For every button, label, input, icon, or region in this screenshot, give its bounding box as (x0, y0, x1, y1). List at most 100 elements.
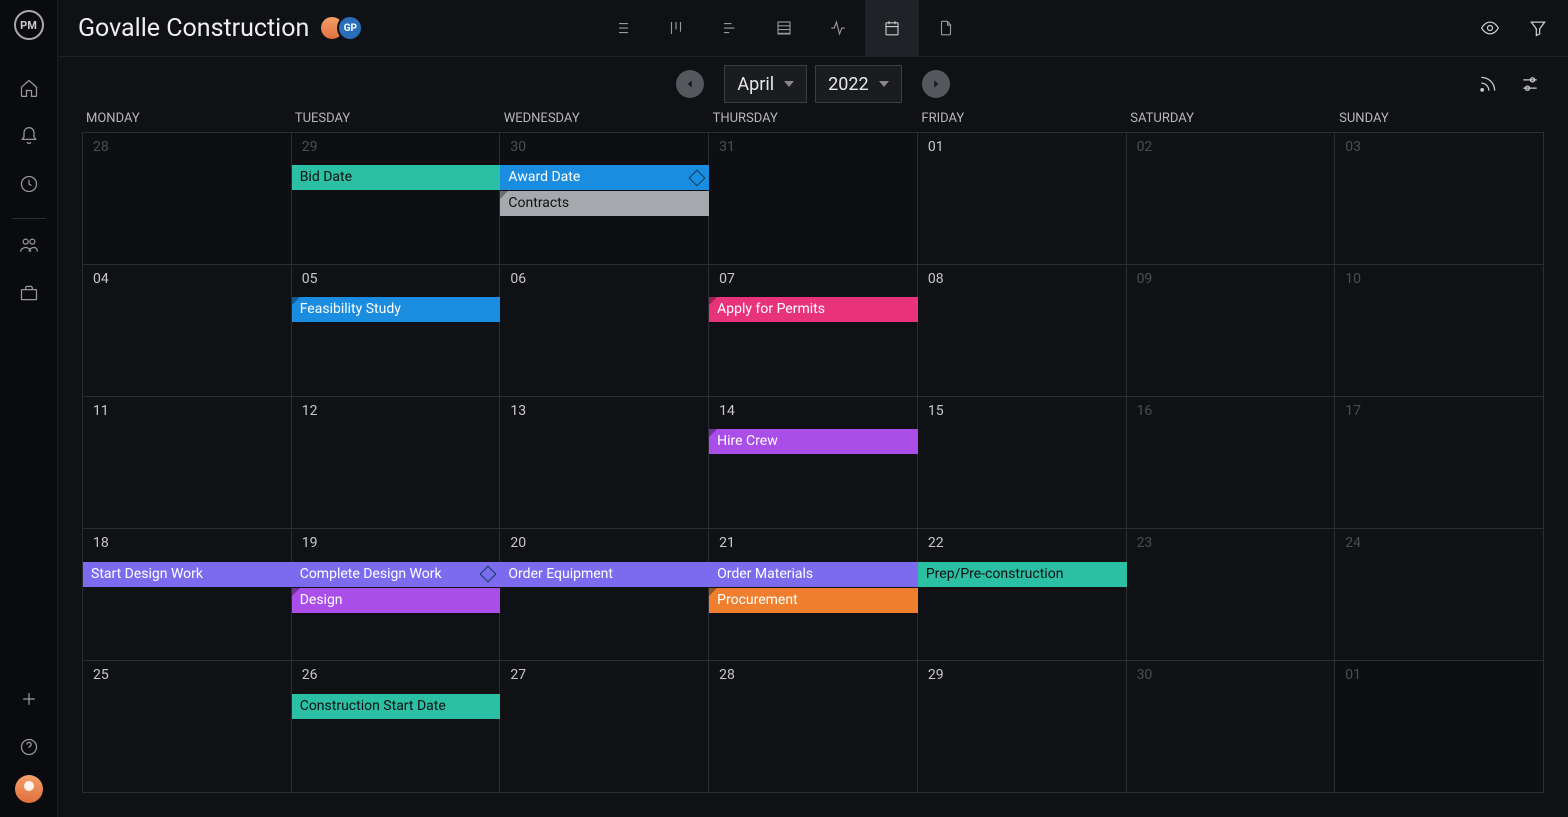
weekday-label: SUNDAY (1335, 111, 1544, 126)
chevron-down-icon (879, 81, 889, 87)
day-number: 28 (719, 667, 735, 683)
project-avatars[interactable]: GP (327, 15, 363, 41)
bell-icon[interactable] (9, 116, 49, 156)
feed-icon[interactable] (1478, 74, 1498, 94)
year-select[interactable]: 2022 (815, 65, 901, 103)
left-sidebar: PM (0, 0, 58, 817)
calendar-cell[interactable]: 10 (1335, 265, 1544, 397)
day-number: 22 (928, 535, 944, 551)
calendar-cell[interactable]: 05 (292, 265, 501, 397)
board-view-tab[interactable] (649, 0, 703, 57)
app-logo[interactable]: PM (14, 10, 44, 40)
calendar-cell[interactable]: 27 (500, 661, 709, 793)
calendar-cell[interactable]: 28 (83, 133, 292, 265)
event-bar[interactable]: Award Date (500, 165, 709, 190)
calendar-cell[interactable]: 09 (1127, 265, 1336, 397)
calendar-cell[interactable]: 24 (1335, 529, 1544, 661)
day-number: 17 (1345, 403, 1361, 419)
calendar-cell[interactable]: 31 (709, 133, 918, 265)
calendar-cell[interactable]: 29 (292, 133, 501, 265)
home-icon[interactable] (9, 68, 49, 108)
event-bar[interactable]: Procurement (709, 588, 918, 613)
event-bar[interactable]: Order Equipment (500, 562, 709, 587)
day-number: 29 (928, 667, 944, 683)
avatar-2[interactable]: GP (337, 15, 363, 41)
calendar-cell[interactable]: 12 (292, 397, 501, 529)
month-select[interactable]: April (724, 65, 807, 103)
people-icon[interactable] (9, 225, 49, 265)
calendar-cell[interactable]: 07 (709, 265, 918, 397)
help-icon[interactable] (9, 727, 49, 767)
calendar-cell[interactable]: 20 (500, 529, 709, 661)
calendar-cell[interactable]: 02 (1127, 133, 1336, 265)
calendar-cell[interactable]: 01 (1335, 661, 1544, 793)
event-bar[interactable]: Prep/Pre-construction (918, 562, 1127, 587)
day-number: 12 (302, 403, 318, 419)
calendar-cell[interactable]: 13 (500, 397, 709, 529)
weekday-label: WEDNESDAY (500, 111, 709, 126)
day-number: 21 (719, 535, 735, 551)
event-bar[interactable]: Start Design Work (83, 562, 292, 587)
calendar-cell[interactable]: 06 (500, 265, 709, 397)
briefcase-icon[interactable] (9, 273, 49, 313)
calendar-cell[interactable]: 28 (709, 661, 918, 793)
calendar-cell[interactable]: 08 (918, 265, 1127, 397)
calendar-cell[interactable]: 01 (918, 133, 1127, 265)
calendar-cell[interactable]: 25 (83, 661, 292, 793)
day-number: 14 (719, 403, 735, 419)
day-number: 13 (510, 403, 526, 419)
calendar-cell[interactable]: 03 (1335, 133, 1544, 265)
sheet-view-tab[interactable] (757, 0, 811, 57)
calendar-cell[interactable]: 22 (918, 529, 1127, 661)
activity-view-tab[interactable] (811, 0, 865, 57)
day-number: 11 (93, 403, 109, 419)
weekday-label: FRIDAY (917, 111, 1126, 126)
day-number: 04 (93, 271, 109, 287)
user-avatar[interactable] (15, 775, 43, 803)
calendar-grid: 2829303101020304050607080910111213141516… (82, 132, 1544, 793)
day-number: 01 (1345, 667, 1361, 683)
file-view-tab[interactable] (919, 0, 973, 57)
calendar-cell[interactable]: 23 (1127, 529, 1336, 661)
next-month-button[interactable] (922, 70, 950, 98)
calendar-cell[interactable]: 29 (918, 661, 1127, 793)
calendar-wrap: MONDAYTUESDAYWEDNESDAYTHURSDAYFRIDAYSATU… (58, 111, 1568, 817)
calendar-cell[interactable]: 15 (918, 397, 1127, 529)
calendar-view-tab[interactable] (865, 0, 919, 57)
day-number: 23 (1137, 535, 1153, 551)
event-bar[interactable]: Apply for Permits (709, 297, 918, 322)
calendar-cell[interactable]: 18 (83, 529, 292, 661)
event-bar[interactable]: Design (292, 588, 501, 613)
calendar-cell[interactable]: 16 (1127, 397, 1336, 529)
event-bar[interactable]: Bid Date (292, 165, 501, 190)
eye-icon[interactable] (1480, 18, 1500, 38)
day-number: 29 (302, 139, 318, 155)
day-number: 06 (510, 271, 526, 287)
clock-icon[interactable] (9, 164, 49, 204)
gantt-view-tab[interactable] (703, 0, 757, 57)
calendar-cell[interactable]: 26 (292, 661, 501, 793)
event-bar[interactable]: Hire Crew (709, 429, 918, 454)
calendar-cell[interactable]: 17 (1335, 397, 1544, 529)
weekday-label: MONDAY (82, 111, 291, 126)
event-bar[interactable]: Construction Start Date (292, 694, 501, 719)
event-bar[interactable]: Feasibility Study (292, 297, 501, 322)
calendar-cell[interactable]: 30 (1127, 661, 1336, 793)
list-view-tab[interactable] (595, 0, 649, 57)
prev-month-button[interactable] (676, 70, 704, 98)
day-number: 24 (1345, 535, 1361, 551)
settings-sliders-icon[interactable] (1520, 74, 1540, 94)
event-bar[interactable]: Contracts (500, 191, 709, 216)
day-number: 07 (719, 271, 735, 287)
plus-icon[interactable] (9, 679, 49, 719)
event-bar[interactable]: Order Materials (709, 562, 918, 587)
main-area: Govalle Construction GP April 2022 (58, 0, 1568, 817)
calendar-cell[interactable]: 14 (709, 397, 918, 529)
filter-icon[interactable] (1528, 18, 1548, 38)
header-right (1480, 18, 1548, 38)
day-number: 02 (1137, 139, 1153, 155)
day-number: 08 (928, 271, 944, 287)
event-bar[interactable]: Complete Design Work (292, 562, 501, 587)
calendar-cell[interactable]: 04 (83, 265, 292, 397)
calendar-cell[interactable]: 11 (83, 397, 292, 529)
